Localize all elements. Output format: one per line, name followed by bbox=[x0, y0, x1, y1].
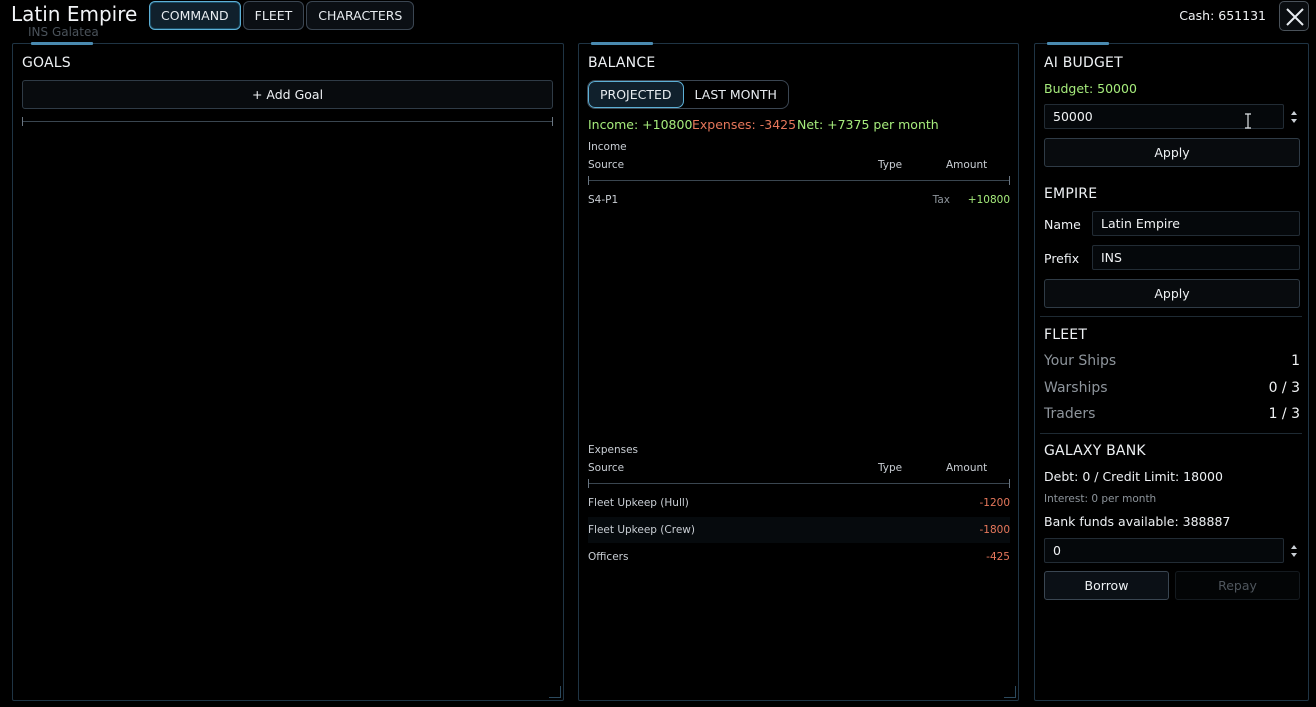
empire-prefix-label: Prefix bbox=[1044, 251, 1080, 266]
tab-characters[interactable]: CHARACTERS bbox=[306, 1, 415, 30]
ai-budget-apply-button[interactable]: Apply bbox=[1044, 138, 1300, 167]
income-col-source: Source bbox=[588, 159, 625, 171]
ai-budget-value: Budget: 50000 bbox=[1044, 81, 1137, 96]
bank-interest: Interest: 0 per month bbox=[1044, 493, 1157, 505]
divider-tick bbox=[1009, 176, 1010, 185]
balance-period-toggle: PROJECTED LAST MONTH bbox=[587, 80, 789, 109]
row-source: Fleet Upkeep (Crew) bbox=[588, 524, 695, 536]
expenses-header-divider bbox=[588, 483, 1010, 484]
net-total: Net: +7375 per month bbox=[797, 117, 939, 132]
last-month-option[interactable]: LAST MONTH bbox=[684, 81, 788, 108]
tab-command[interactable]: COMMAND bbox=[149, 1, 241, 30]
section-divider bbox=[1040, 433, 1302, 434]
empire-name-input[interactable]: Latin Empire bbox=[1092, 211, 1300, 236]
table-row: Fleet Upkeep (Hull) -1200 bbox=[588, 490, 1010, 516]
text-cursor-icon bbox=[1245, 113, 1251, 129]
stat-value: 1 / 3 bbox=[1268, 406, 1300, 422]
close-icon bbox=[1286, 8, 1304, 26]
table-row: S4-P1 Tax +10800 bbox=[588, 187, 1010, 213]
bank-amount-stepper[interactable] bbox=[1290, 544, 1298, 558]
divider-tick bbox=[1009, 479, 1010, 488]
ai-budget-stepper[interactable] bbox=[1290, 110, 1298, 124]
close-button[interactable] bbox=[1279, 1, 1309, 31]
expenses-section-label: Expenses bbox=[588, 444, 639, 456]
stat-label: Your Ships bbox=[1044, 353, 1117, 369]
ghost-ship-label: INS Galatea bbox=[28, 25, 99, 39]
divider-tick bbox=[588, 176, 589, 185]
expenses-col-amount: Amount bbox=[946, 462, 988, 474]
ai-budget-title: AI BUDGET bbox=[1044, 55, 1123, 71]
tab-bar: COMMAND FLEET CHARACTERS bbox=[149, 1, 415, 30]
projected-option[interactable]: PROJECTED bbox=[588, 81, 684, 108]
goals-title: GOALS bbox=[22, 55, 71, 71]
income-header-divider bbox=[588, 180, 1010, 181]
row-amount: -1800 bbox=[979, 524, 1010, 536]
add-goal-button[interactable]: + Add Goal bbox=[22, 80, 553, 109]
cash-display: Cash: 651131 bbox=[1179, 8, 1266, 23]
expenses-col-source: Source bbox=[588, 462, 625, 474]
divider-tick bbox=[552, 117, 553, 126]
expenses-total: Expenses: -3425 bbox=[692, 117, 797, 132]
tab-fleet[interactable]: FLEET bbox=[242, 1, 305, 30]
income-col-amount: Amount bbox=[946, 159, 988, 171]
empire-prefix-input[interactable]: INS bbox=[1092, 245, 1300, 270]
empire-apply-button[interactable]: Apply bbox=[1044, 279, 1300, 308]
expenses-col-type: Type bbox=[878, 462, 903, 474]
table-row: Fleet Upkeep (Crew) -1800 bbox=[588, 517, 1010, 543]
divider-tick bbox=[22, 117, 23, 126]
stat-value: 0 / 3 bbox=[1268, 380, 1300, 396]
repay-button[interactable]: Repay bbox=[1175, 571, 1300, 600]
empire-title: EMPIRE bbox=[1044, 186, 1098, 202]
row-type: Tax bbox=[932, 194, 950, 206]
bank-funds: Bank funds available: 388887 bbox=[1044, 514, 1231, 529]
row-amount: +10800 bbox=[967, 194, 1010, 206]
galaxy-bank-title: GALAXY BANK bbox=[1044, 443, 1146, 459]
goals-divider bbox=[22, 121, 553, 122]
bank-amount-input[interactable]: 0 bbox=[1044, 538, 1284, 563]
income-section-label: Income bbox=[588, 141, 627, 153]
section-divider bbox=[1040, 316, 1302, 317]
borrow-button[interactable]: Borrow bbox=[1044, 571, 1169, 600]
panel-accent bbox=[591, 42, 653, 45]
stat-value: 1 bbox=[1291, 353, 1300, 369]
row-source: Fleet Upkeep (Hull) bbox=[588, 497, 689, 509]
income-total: Income: +10800 bbox=[588, 117, 693, 132]
panel-corner bbox=[1004, 686, 1016, 698]
goals-panel bbox=[12, 42, 564, 701]
balance-panel bbox=[578, 42, 1019, 701]
panel-accent bbox=[31, 42, 93, 45]
panel-accent bbox=[1047, 42, 1109, 45]
stat-label: Traders bbox=[1044, 406, 1096, 422]
fleet-stat-warships: Warships 0 / 3 bbox=[1044, 380, 1300, 396]
panel-corner bbox=[549, 686, 561, 698]
row-source: S4-P1 bbox=[588, 194, 619, 206]
row-amount: -1200 bbox=[979, 497, 1010, 509]
balance-title: BALANCE bbox=[588, 55, 656, 71]
stat-label: Warships bbox=[1044, 380, 1108, 396]
income-col-type: Type bbox=[878, 159, 903, 171]
bank-debt: Debt: 0 / Credit Limit: 18000 bbox=[1044, 469, 1223, 484]
table-row: Officers -425 bbox=[588, 544, 1010, 570]
top-bar: INS Galatea Latin Empire COMMAND FLEET C… bbox=[0, 0, 1316, 39]
row-amount: -425 bbox=[986, 551, 1010, 563]
divider-tick bbox=[588, 479, 589, 488]
empire-name-label: Name bbox=[1044, 217, 1081, 232]
window-title: Latin Empire bbox=[11, 2, 138, 26]
fleet-title: FLEET bbox=[1044, 327, 1088, 343]
fleet-stat-traders: Traders 1 / 3 bbox=[1044, 406, 1300, 422]
row-source: Officers bbox=[588, 551, 629, 563]
fleet-stat-your-ships: Your Ships 1 bbox=[1044, 353, 1300, 369]
